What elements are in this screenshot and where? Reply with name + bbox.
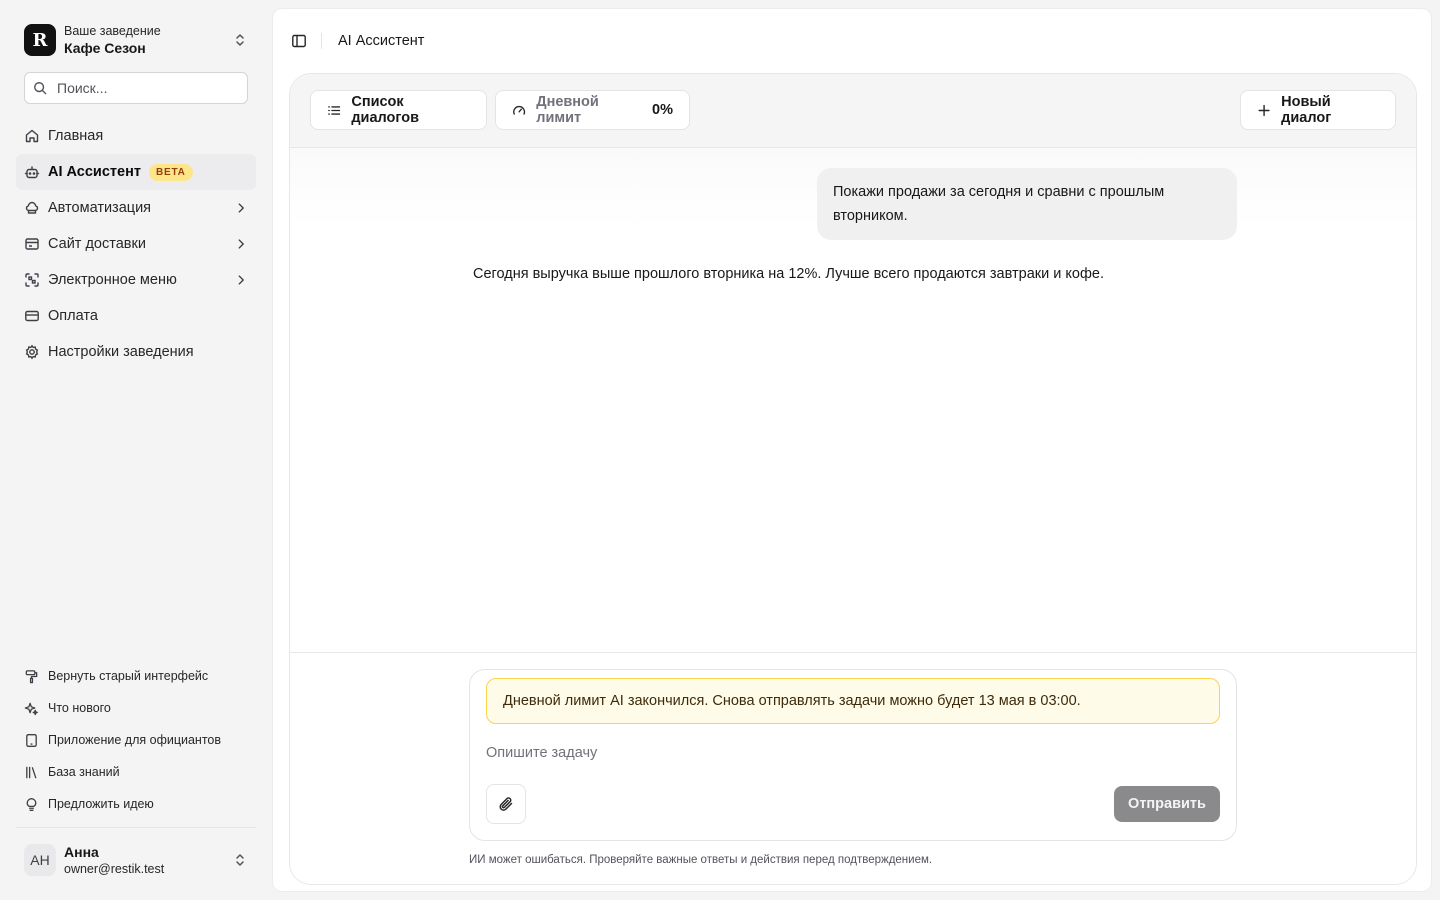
limit-alert-text: Дневной лимит AI закончился. Снова отпра… xyxy=(503,693,1081,709)
link-label: Что нового xyxy=(48,701,111,715)
new-dialog-button[interactable]: Новый диалог xyxy=(1240,90,1396,130)
paint-roller-icon xyxy=(25,669,38,683)
gauge-icon xyxy=(513,105,526,115)
venue-caption: Ваше заведение xyxy=(64,24,161,38)
link-label: Вернуть старый интерфейс xyxy=(48,669,209,683)
link-suggest-idea[interactable]: Предложить идею xyxy=(16,788,256,820)
daily-limit-label: Дневной лимит xyxy=(536,94,599,126)
chat-toolbar: Список диалогов Дневной лимит 0% Новый д… xyxy=(290,74,1416,148)
assistant-message: Сегодня выручка выше прошлого вторника н… xyxy=(473,266,1104,282)
sidebar-divider xyxy=(16,827,256,828)
nav-item-ai-assistant[interactable]: AI Ассистент BETA xyxy=(16,154,256,190)
send-button[interactable]: Отправить xyxy=(1114,786,1220,822)
nav-label: Сайт доставки xyxy=(48,236,146,252)
user-info: Анна owner@restik.test xyxy=(64,844,232,877)
paperclip-icon xyxy=(499,797,513,811)
lightbulb-icon xyxy=(26,797,37,811)
link-old-interface[interactable]: Вернуть старый интерфейс xyxy=(16,660,256,692)
search-icon xyxy=(34,82,47,95)
nav-item-home[interactable]: Главная xyxy=(16,118,256,154)
chat-container: Список диалогов Дневной лимит 0% Новый д… xyxy=(289,73,1417,885)
search-input[interactable] xyxy=(57,80,237,96)
venue-name: Кафе Сезон xyxy=(64,40,146,56)
link-label: База знаний xyxy=(48,765,120,779)
daily-limit-value: 0% xyxy=(652,102,673,118)
nav-label: Автоматизация xyxy=(48,200,152,216)
nav-label: Оплата xyxy=(48,308,98,324)
task-input[interactable] xyxy=(486,740,1220,766)
qr-scan-icon xyxy=(25,273,39,287)
page-title: AI Ассистент xyxy=(338,33,425,49)
chevrons-up-down-icon xyxy=(236,854,244,866)
credit-card-icon xyxy=(25,310,39,322)
topbar: AI Ассистент xyxy=(273,9,1431,73)
avatar: АН xyxy=(24,844,56,876)
nav-label: Главная xyxy=(48,128,104,144)
plus-icon xyxy=(1258,104,1270,116)
library-icon xyxy=(26,766,37,778)
main-panel: AI Ассистент Список диалогов Дневной лим… xyxy=(272,8,1432,892)
link-label: Приложение для официантов xyxy=(48,733,222,747)
topbar-separator xyxy=(321,33,322,49)
dialogs-list-label: Список диалогов xyxy=(351,94,420,126)
link-knowledge-base[interactable]: База знаний xyxy=(16,756,256,788)
message-list: Покажи продажи за сегодня и сравни с про… xyxy=(290,148,1416,652)
chef-hat-icon xyxy=(25,201,39,214)
sidebar-toggle-icon[interactable] xyxy=(291,33,307,49)
app: R Ваше заведение Кафе Сезон Главная AI А… xyxy=(0,0,1440,900)
attach-button[interactable] xyxy=(486,784,526,824)
gear-icon xyxy=(25,344,39,360)
browser-icon xyxy=(25,238,39,250)
composer: Дневной лимит AI закончился. Снова отпра… xyxy=(469,669,1237,841)
venue-text: Ваше заведение Кафе Сезон xyxy=(64,23,232,57)
sidebar-footer-links: Вернуть старый интерфейс Что нового Прил… xyxy=(16,660,256,820)
link-waiter-app[interactable]: Приложение для официантов xyxy=(16,724,256,756)
nav-label: Электронное меню xyxy=(48,272,177,288)
link-label: Предложить идею xyxy=(48,797,154,811)
dialogs-list-button[interactable]: Список диалогов xyxy=(310,90,487,130)
nav-item-automation[interactable]: Автоматизация xyxy=(16,190,256,226)
list-icon xyxy=(328,105,341,115)
user-message: Покажи продажи за сегодня и сравни с про… xyxy=(817,168,1237,240)
tablet-icon xyxy=(26,733,37,747)
sparkles-icon xyxy=(24,702,38,715)
user-email: owner@restik.test xyxy=(64,861,165,876)
beta-badge: BETA xyxy=(148,163,193,181)
venue-switcher[interactable]: R Ваше заведение Кафе Сезон xyxy=(24,22,248,58)
link-whats-new[interactable]: Что нового xyxy=(16,692,256,724)
new-dialog-label: Новый диалог xyxy=(1281,94,1332,126)
main-nav: Главная AI Ассистент BETA Автоматизация … xyxy=(16,118,256,370)
daily-limit-button[interactable]: Дневной лимит 0% xyxy=(495,90,690,130)
nav-label: Настройки заведения xyxy=(48,344,194,360)
composer-area: Дневной лимит AI закончился. Снова отпра… xyxy=(290,652,1416,884)
chevron-right-icon xyxy=(238,275,244,285)
chevron-right-icon xyxy=(238,203,244,213)
nav-label: AI Ассистент xyxy=(48,164,141,180)
venue-logo: R xyxy=(24,24,56,56)
chevron-right-icon xyxy=(238,239,244,249)
user-name: Анна xyxy=(64,843,99,860)
user-menu[interactable]: АН Анна owner@restik.test xyxy=(24,842,248,878)
nav-item-payment[interactable]: Оплата xyxy=(16,298,256,334)
ai-disclaimer: ИИ может ошибаться. Проверяйте важные от… xyxy=(469,854,933,866)
home-icon xyxy=(25,129,39,143)
search-box[interactable] xyxy=(24,72,248,104)
chevrons-up-down-icon xyxy=(236,34,244,46)
limit-alert: Дневной лимит AI закончился. Снова отпра… xyxy=(486,678,1220,724)
nav-item-e-menu[interactable]: Электронное меню xyxy=(16,262,256,298)
nav-item-delivery-site[interactable]: Сайт доставки xyxy=(16,226,256,262)
nav-item-venue-settings[interactable]: Настройки заведения xyxy=(16,334,256,370)
bot-icon xyxy=(24,166,40,179)
sidebar: R Ваше заведение Кафе Сезон Главная AI А… xyxy=(0,0,272,900)
